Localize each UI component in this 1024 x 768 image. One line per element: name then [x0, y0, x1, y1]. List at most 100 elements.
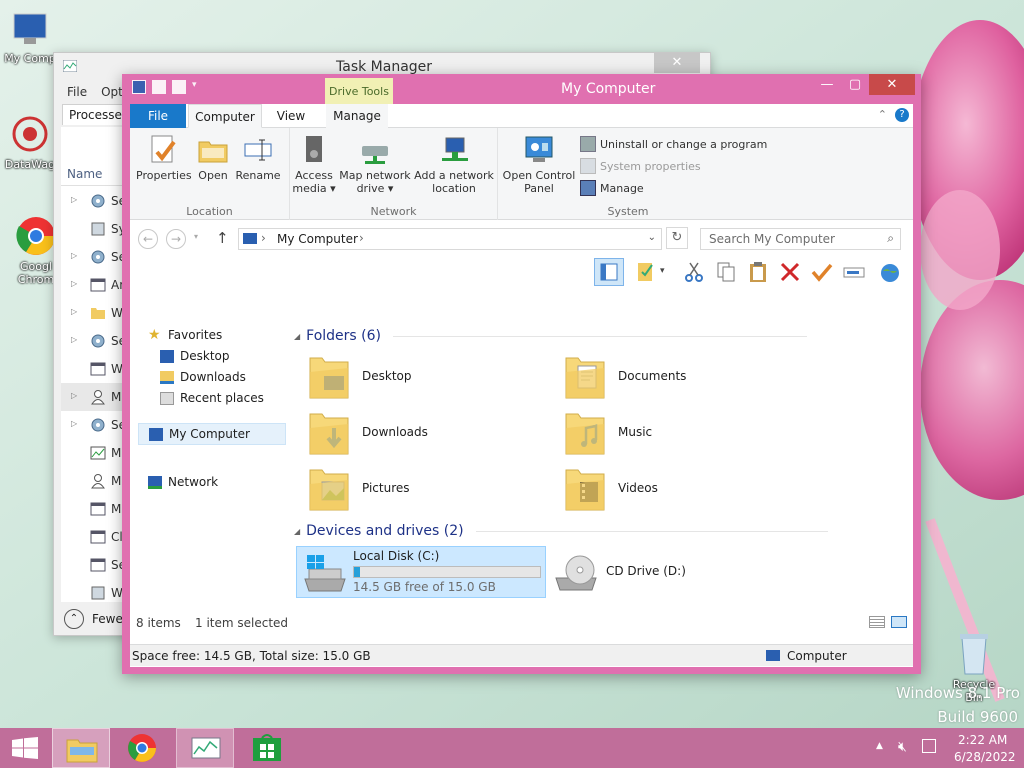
minimize-button[interactable]: —: [813, 74, 841, 95]
address-box[interactable]: › My Computer › ⌄: [238, 228, 662, 250]
gear-icon: [90, 333, 106, 349]
computer-small-icon[interactable]: [132, 80, 146, 94]
chevron-down-icon[interactable]: ▾: [660, 266, 665, 276]
uninstall-program-button[interactable]: Uninstall or change a program: [580, 136, 767, 152]
expand-arrow-icon[interactable]: ▷: [71, 279, 77, 288]
nav-downloads[interactable]: Downloads: [160, 370, 246, 384]
system-properties-button[interactable]: System properties: [580, 158, 701, 174]
expand-arrow-icon[interactable]: ▷: [71, 307, 77, 316]
nav-recent-places[interactable]: Recent places: [160, 391, 264, 405]
chevron-down-icon[interactable]: ⌄: [648, 232, 656, 243]
recent-locations-icon[interactable]: ▾: [194, 232, 198, 241]
check-icon[interactable]: [810, 260, 834, 284]
expand-arrow-icon[interactable]: ▷: [71, 335, 77, 344]
network-tray-icon[interactable]: [922, 739, 936, 753]
folder-item[interactable]: Music: [552, 408, 802, 460]
chevron-down-icon[interactable]: ▾: [192, 80, 200, 94]
breadcrumb-sep[interactable]: ›: [359, 231, 364, 245]
delete-icon[interactable]: [778, 260, 802, 284]
folder-item[interactable]: Downloads: [296, 408, 546, 460]
map-network-drive-button[interactable]: Map network drive ▾: [336, 134, 414, 195]
help-icon[interactable]: ?: [895, 108, 909, 122]
chrome-icon: [128, 734, 156, 762]
search-box[interactable]: Search My Computer ⌕: [700, 228, 901, 250]
music-folder-icon: [565, 413, 605, 455]
group-header-folders[interactable]: ◢ Folders (6): [294, 328, 807, 344]
close-button[interactable]: ✕: [869, 74, 915, 95]
forward-button[interactable]: →: [166, 229, 186, 249]
clock-time[interactable]: 2:22 AM: [958, 733, 1007, 747]
folder-item[interactable]: Videos: [552, 464, 802, 516]
fewer-details-button[interactable]: ⌃ Fewe: [64, 609, 123, 629]
taskbar-store[interactable]: [238, 728, 296, 768]
taskbar-explorer[interactable]: [52, 728, 110, 768]
folder-item[interactable]: Documents: [552, 352, 802, 404]
nav-network[interactable]: Network: [148, 475, 218, 489]
close-button[interactable]: ✕: [654, 53, 700, 73]
globe-icon[interactable]: [878, 260, 902, 284]
access-media-button[interactable]: Access media ▾: [292, 134, 336, 195]
preview-pane-button[interactable]: [594, 258, 624, 286]
copy-icon[interactable]: [714, 260, 738, 284]
group-label-location: Location: [186, 205, 233, 218]
start-button[interactable]: [0, 728, 50, 768]
maximize-button[interactable]: ▢: [841, 74, 869, 95]
taskbar-task-manager[interactable]: [176, 728, 234, 768]
windows-drive-icon: [304, 555, 346, 592]
properties-small-icon[interactable]: [152, 80, 166, 94]
open-control-panel-button[interactable]: Open Control Panel: [502, 134, 576, 195]
new-folder-small-icon[interactable]: [172, 80, 186, 94]
cut-icon[interactable]: [682, 260, 706, 284]
recent-places-icon: [160, 391, 174, 405]
group-header-devices[interactable]: ◢ Devices and drives (2): [294, 523, 828, 539]
refresh-icon[interactable]: ↻: [666, 227, 688, 249]
tab-manage[interactable]: Manage: [326, 104, 388, 128]
drive-cd-d[interactable]: CD Drive (D:): [552, 546, 802, 598]
up-button[interactable]: ↑: [216, 229, 229, 247]
nav-favorites[interactable]: ★ Favorites: [148, 328, 222, 343]
menu-file[interactable]: File: [67, 85, 87, 101]
nav-desktop[interactable]: Desktop: [160, 349, 230, 363]
tab-file[interactable]: File: [130, 104, 186, 128]
rename-button[interactable]: Rename: [234, 134, 282, 182]
expand-arrow-icon[interactable]: ▷: [71, 195, 77, 204]
folder-item[interactable]: Pictures: [296, 464, 546, 516]
explorer-window[interactable]: ▾ My Computer — ▢ ✕ Drive Tools File Com…: [122, 74, 921, 674]
large-icons-view-icon[interactable]: [891, 616, 907, 628]
store-icon: [253, 734, 281, 761]
column-header-name[interactable]: Name: [67, 167, 102, 181]
folder-icon: [66, 739, 98, 763]
add-network-location-button[interactable]: Add a network location: [414, 134, 494, 195]
back-button[interactable]: ←: [138, 229, 158, 249]
taskbar-chrome[interactable]: [114, 728, 172, 768]
collapse-ribbon-icon[interactable]: ⌃: [878, 108, 887, 121]
properties-button[interactable]: Properties: [136, 134, 192, 182]
gear-icon: [90, 249, 106, 265]
breadcrumb-my-computer[interactable]: My Computer: [277, 232, 358, 246]
explorer-titlebar[interactable]: ▾ My Computer — ▢ ✕: [122, 74, 921, 104]
content-pane: ◢ Folders (6) Desktop Documents Downloads Mu…: [288, 292, 906, 602]
expand-arrow-icon[interactable]: ▷: [71, 251, 77, 260]
ribbon-group-network: Access media ▾ Map network drive ▾ Add a…: [290, 128, 498, 220]
window-icon: [90, 529, 106, 545]
pictures-folder-icon: [309, 469, 349, 511]
taskbar: ▲ 🔇︎ 2:22 AM 6/28/2022: [0, 728, 1024, 768]
tab-computer[interactable]: Computer: [188, 104, 262, 128]
volume-muted-icon[interactable]: 🔇︎: [898, 739, 907, 755]
drive-local-disk-c[interactable]: Local Disk (C:) 14.5 GB free of 15.0 GB: [296, 546, 546, 598]
properties-checklist-icon[interactable]: [634, 260, 658, 284]
show-hidden-icons[interactable]: ▲: [876, 741, 883, 751]
expand-arrow-icon[interactable]: ▷: [71, 419, 77, 428]
expand-arrow-icon[interactable]: ▷: [71, 391, 77, 400]
desktop-icon-my-computer[interactable]: My Comp: [0, 10, 60, 65]
folder-item[interactable]: Desktop: [296, 352, 546, 404]
clock-date[interactable]: 6/28/2022: [954, 750, 1016, 764]
tab-view[interactable]: View: [266, 104, 316, 128]
open-button[interactable]: Open: [192, 134, 234, 182]
manage-button[interactable]: Manage: [580, 180, 644, 196]
desktop-icon-datawag[interactable]: DataWag: [0, 112, 60, 171]
paste-icon[interactable]: [746, 260, 770, 284]
details-view-icon[interactable]: [869, 616, 885, 628]
nav-my-computer[interactable]: My Computer: [138, 423, 286, 445]
rename-field-icon[interactable]: [842, 260, 866, 284]
